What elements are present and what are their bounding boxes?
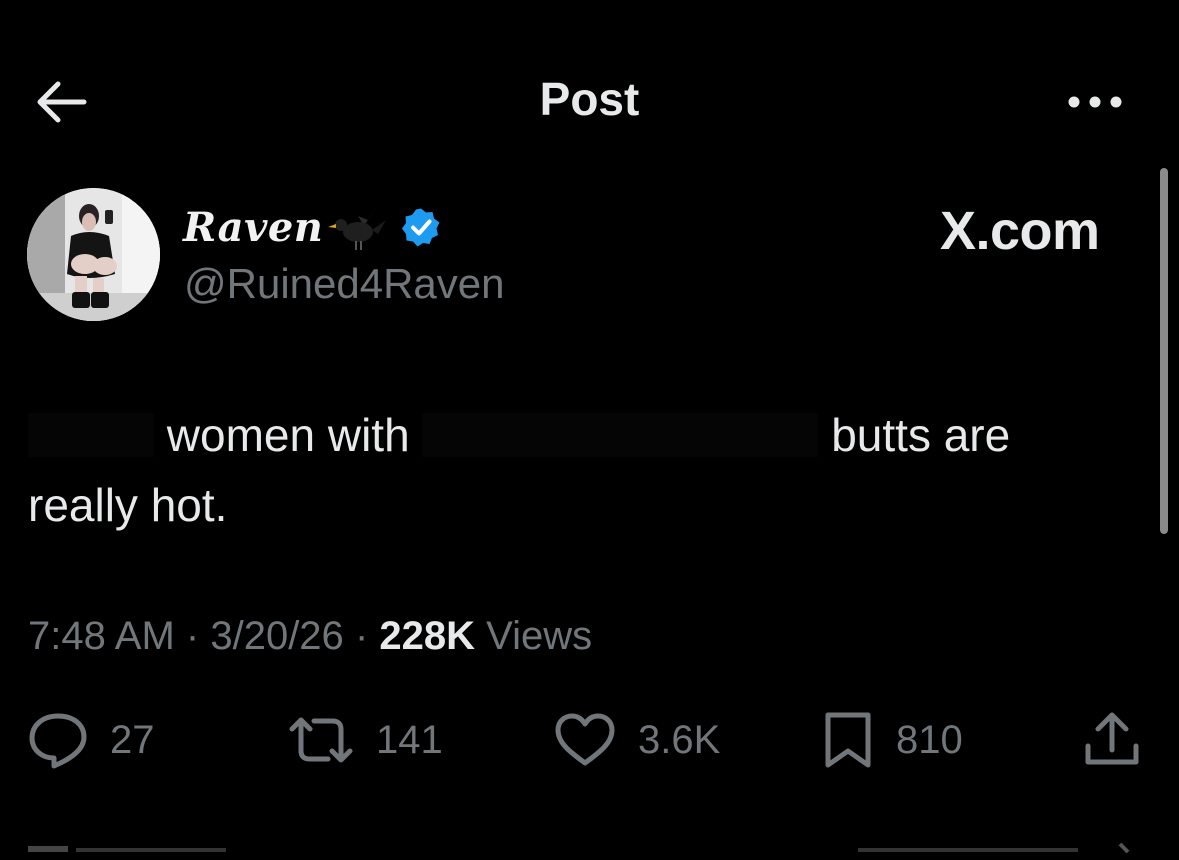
like-button[interactable]: 3.6K	[554, 708, 720, 772]
views-count[interactable]: 228K	[379, 614, 475, 658]
page-title: Post	[539, 73, 640, 125]
repost-icon	[288, 715, 354, 765]
views-label: Views	[486, 614, 593, 658]
heart-icon	[554, 712, 616, 768]
bookmark-button[interactable]: 810	[822, 708, 963, 772]
like-count: 3.6K	[638, 717, 721, 762]
watermark: X.com	[940, 201, 1100, 261]
reply-button[interactable]: 27	[28, 708, 155, 772]
verified-badge-icon[interactable]	[401, 207, 441, 247]
repost-button[interactable]: 141	[288, 708, 443, 772]
tweet-text-part: really hot.	[28, 479, 228, 531]
author-handle[interactable]: @Ruined4Raven	[184, 260, 505, 308]
separator: ·	[185, 614, 200, 658]
redacted-text	[28, 413, 154, 457]
arrow-left-icon	[30, 76, 90, 128]
back-button[interactable]	[30, 76, 90, 128]
share-icon	[1082, 710, 1142, 770]
separator: ·	[354, 614, 369, 658]
tweet-meta: 7:48 AM · 3/20/26 · 228K Views	[28, 614, 592, 659]
more-horizontal-icon	[1062, 82, 1132, 122]
share-button[interactable]	[1082, 708, 1142, 772]
reply-count: 27	[110, 717, 155, 762]
display-name[interactable]: Raven	[183, 204, 323, 251]
bookmark-count: 810	[896, 717, 963, 762]
bookmark-icon	[822, 711, 874, 769]
blackbird-icon	[328, 200, 390, 254]
view-more-link[interactable]	[858, 830, 1148, 860]
avatar[interactable]	[27, 188, 160, 321]
tweet-text: women with butts are really hot.	[28, 400, 1138, 540]
tweet-text-part: women with	[166, 409, 410, 461]
relevant-section-header	[28, 830, 238, 860]
more-options-button[interactable]	[1062, 82, 1132, 122]
tweet-text-part: butts are	[831, 409, 1011, 461]
post-date[interactable]: 3/20/26	[210, 614, 343, 658]
scrollbar[interactable]	[1160, 168, 1168, 534]
repost-count: 141	[376, 717, 443, 762]
redacted-text	[422, 413, 819, 457]
reply-icon	[28, 711, 88, 769]
post-time[interactable]: 7:48 AM	[28, 614, 175, 658]
